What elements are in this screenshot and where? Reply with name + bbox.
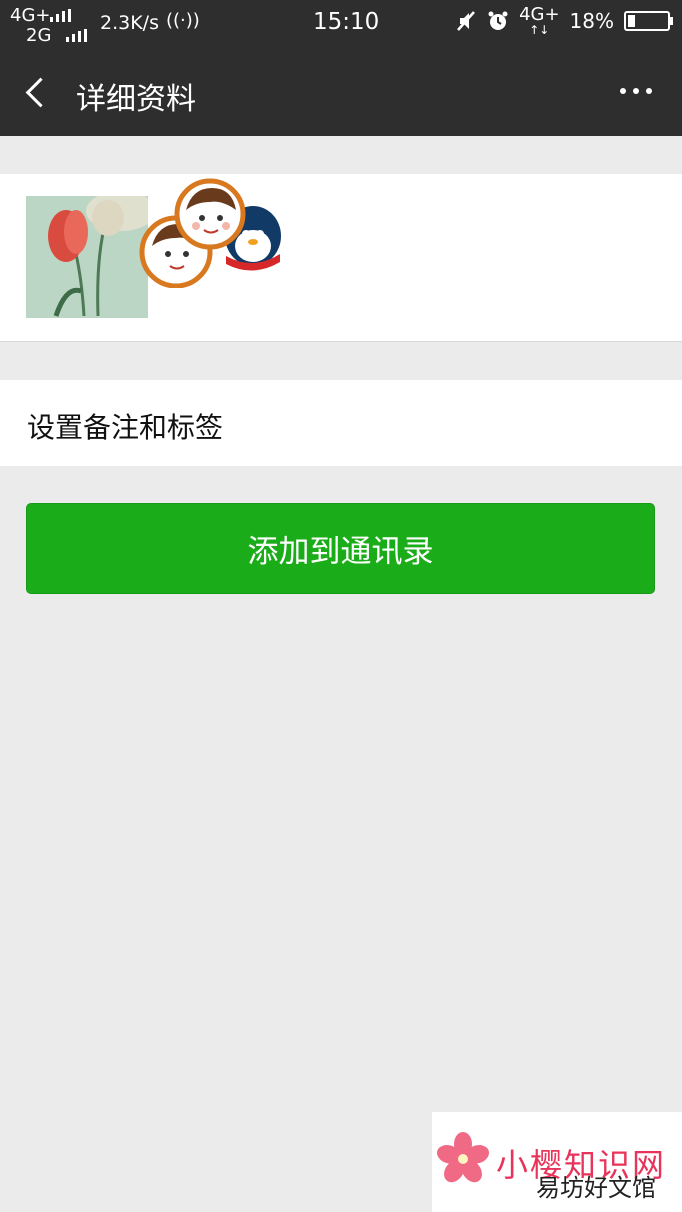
sim2-network: 2G [26, 24, 52, 46]
status-bar: 4G+ 2G 2.3K/s ((·)) 15:10 4G+ ↑↓ 18% ⚡ [0, 0, 682, 50]
signal-icon [50, 8, 71, 22]
signal-icon [66, 28, 87, 42]
profile-card [0, 174, 682, 342]
battery-icon: ⚡ [624, 11, 673, 31]
sakura-logo-icon [436, 1132, 490, 1183]
sim1-network: 4G+ [10, 4, 51, 26]
back-arrow-icon[interactable] [20, 74, 60, 114]
more-dots-icon[interactable] [620, 88, 652, 94]
set-remark-and-tags-label: 设置备注和标签 [27, 411, 224, 444]
alarm-icon [488, 11, 508, 30]
watermark: 小樱知识网 易坊好文馆 [432, 1112, 682, 1212]
set-remark-and-tags-row[interactable]: 设置备注和标签 [0, 380, 682, 466]
signal-group: 4G+ 2G [10, 4, 87, 46]
page-title: 详细资料 [76, 82, 196, 117]
watermark-subtitle: 易坊好文馆 [536, 1174, 656, 1202]
title-bar: 详细资料 [0, 50, 682, 136]
hotspot-icon: ((·)) [166, 10, 200, 31]
clock: 15:10 [313, 9, 380, 35]
avatar[interactable] [26, 196, 148, 318]
kids-penguin-badge-icon [139, 178, 281, 288]
network-speed: 2.3K/s [100, 12, 159, 34]
mute-icon [457, 11, 475, 31]
battery-percent: 18% [569, 9, 614, 33]
mobile-data-indicator: 4G+ ↑↓ [519, 4, 560, 37]
add-to-contacts-button[interactable]: 添加到通讯录 [26, 503, 655, 594]
